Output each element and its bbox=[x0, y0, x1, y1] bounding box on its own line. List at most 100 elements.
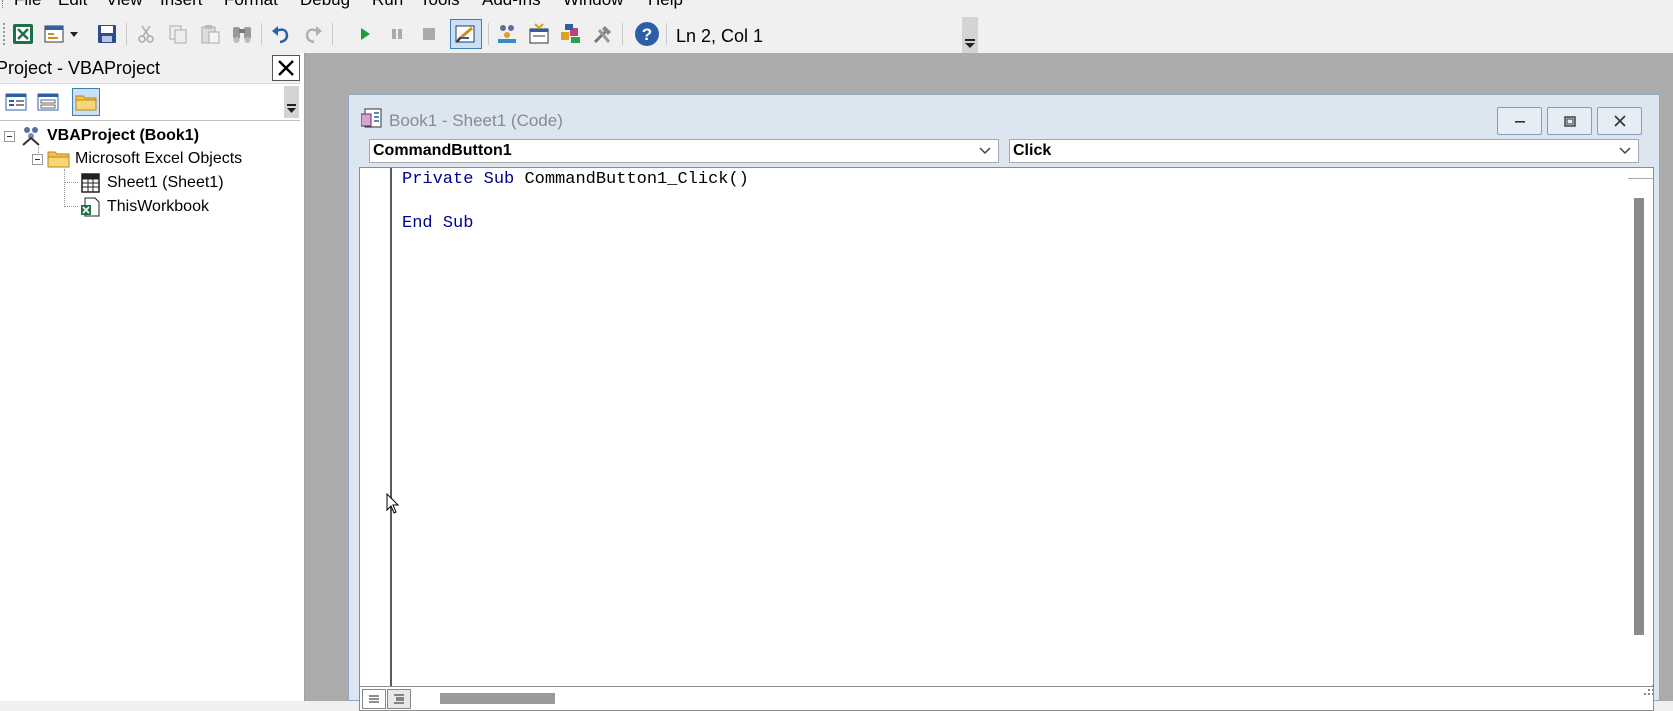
collapse-icon[interactable] bbox=[4, 130, 15, 142]
toolbar-separator bbox=[488, 23, 489, 45]
menu-bar: File Edit View Insert Format Debug Run T… bbox=[0, 0, 1673, 10]
procedure-combo-value: Click bbox=[1013, 142, 1052, 159]
object-combo-value: CommandButton1 bbox=[373, 142, 512, 159]
horizontal-scroll-thumb[interactable] bbox=[440, 693, 555, 704]
code-window-icon bbox=[360, 108, 385, 135]
vertical-scroll-thumb[interactable] bbox=[1634, 198, 1644, 635]
tree-node-sheet1[interactable]: Sheet1 (Sheet1) bbox=[80, 172, 224, 194]
minimize-icon[interactable] bbox=[1497, 107, 1542, 135]
project-tree: VBAProject (Book1) Microsoft Excel Objec… bbox=[0, 123, 300, 683]
find-icon[interactable] bbox=[229, 21, 255, 47]
tree-node-excel-objects[interactable]: Microsoft Excel Objects bbox=[32, 149, 242, 169]
run-icon[interactable] bbox=[352, 21, 378, 47]
standard-toolbar: ? Ln 2, Col 1 bbox=[0, 17, 1673, 53]
view-object-icon[interactable] bbox=[34, 88, 62, 116]
full-module-view-icon[interactable] bbox=[387, 689, 411, 709]
save-icon[interactable] bbox=[94, 21, 120, 47]
scrollbar-top[interactable] bbox=[1628, 168, 1653, 179]
code-identifier: CommandButton1_Click() bbox=[524, 170, 749, 189]
cut-icon[interactable] bbox=[133, 21, 159, 47]
design-mode-icon[interactable] bbox=[450, 19, 482, 49]
code-line-1[interactable]: Private Sub CommandButton1_Click() bbox=[402, 170, 749, 189]
chevron-down-icon[interactable] bbox=[1618, 146, 1632, 156]
view-code-icon[interactable] bbox=[2, 88, 30, 116]
menu-window[interactable]: Window bbox=[563, 0, 623, 10]
toolbox-icon[interactable] bbox=[590, 21, 616, 47]
code-window-titlebar[interactable]: Book1 - Sheet1 (Code) bbox=[349, 95, 1659, 137]
tree-label-thisworkbook: ThisWorkbook bbox=[107, 198, 209, 215]
toolbar-separator bbox=[332, 23, 333, 45]
cursor-position-status: Ln 2, Col 1 bbox=[676, 26, 764, 46]
workbook-icon bbox=[81, 197, 100, 217]
toolbar-overflow-button[interactable] bbox=[284, 86, 299, 118]
break-icon[interactable] bbox=[384, 21, 410, 47]
toolbar-separator bbox=[261, 23, 262, 45]
redo-icon[interactable] bbox=[300, 21, 326, 47]
toolbar-grip[interactable] bbox=[3, 23, 7, 45]
properties-window-icon[interactable] bbox=[526, 21, 552, 47]
menu-add-ins[interactable]: Add-Ins bbox=[482, 0, 541, 10]
project-explorer-titlebar[interactable]: Project - VBAProject bbox=[0, 53, 300, 84]
menu-debug[interactable]: Debug bbox=[300, 0, 350, 10]
code-line-2[interactable]: End Sub bbox=[402, 214, 473, 233]
code-window: Book1 - Sheet1 (Code) CommandButton1 Cli… bbox=[348, 94, 1660, 711]
margin-indicator-bar[interactable] bbox=[360, 168, 392, 686]
code-keyword: Private bbox=[402, 170, 474, 189]
menu-edit[interactable]: Edit bbox=[58, 0, 87, 10]
code-window-combos: CommandButton1 Click bbox=[349, 139, 1659, 165]
copy-icon[interactable] bbox=[165, 21, 191, 47]
object-combo[interactable]: CommandButton1 bbox=[369, 139, 999, 163]
menu-grip bbox=[2, 0, 6, 8]
insert-userform-icon[interactable] bbox=[42, 21, 82, 47]
chevron-down-icon[interactable] bbox=[978, 146, 992, 156]
procedure-combo[interactable]: Click bbox=[1009, 139, 1639, 163]
code-keyword: Sub bbox=[483, 170, 515, 189]
menu-run[interactable]: Run bbox=[372, 0, 403, 10]
tree-node-vbaproject[interactable]: VBAProject (Book1) bbox=[4, 125, 199, 147]
vertical-scrollbar[interactable] bbox=[1628, 168, 1653, 686]
menu-file[interactable]: File bbox=[14, 0, 41, 10]
menu-insert[interactable]: Insert bbox=[160, 0, 203, 10]
worksheet-icon bbox=[81, 173, 100, 193]
undo-icon[interactable] bbox=[268, 21, 294, 47]
tree-connector bbox=[64, 169, 65, 207]
project-explorer-toolbar bbox=[0, 84, 300, 121]
close-icon[interactable] bbox=[1597, 107, 1642, 135]
project-explorer-panel: Project - VBAProject VBAProject (Book1) bbox=[0, 53, 305, 701]
resize-grip-icon[interactable] bbox=[1643, 684, 1655, 696]
project-explorer-icon[interactable] bbox=[494, 21, 520, 47]
tree-connector bbox=[64, 206, 78, 207]
tree-node-thisworkbook[interactable]: ThisWorkbook bbox=[80, 196, 209, 218]
toolbar-separator bbox=[622, 23, 623, 45]
menu-tools[interactable]: Tools bbox=[420, 0, 460, 10]
folder-icon bbox=[47, 151, 70, 168]
tree-label-excel-objects: Microsoft Excel Objects bbox=[75, 150, 243, 167]
close-icon[interactable] bbox=[272, 55, 300, 81]
menu-view[interactable]: View bbox=[106, 0, 143, 10]
toolbar-separator bbox=[666, 23, 667, 45]
toggle-folders-icon[interactable] bbox=[72, 88, 100, 116]
tree-label-vbaproject: VBAProject (Book1) bbox=[47, 127, 200, 144]
toolbar-overflow-button[interactable] bbox=[962, 17, 978, 53]
tree-label-sheet1: Sheet1 (Sheet1) bbox=[107, 174, 224, 191]
object-browser-icon[interactable] bbox=[558, 21, 584, 47]
toolbar-separator bbox=[126, 23, 127, 45]
project-explorer-title: Project - VBAProject bbox=[0, 58, 161, 78]
procedure-view-icon[interactable] bbox=[362, 689, 386, 709]
menu-format[interactable]: Format bbox=[224, 0, 278, 10]
code-editor[interactable]: Private Sub CommandButton1_Click() End S… bbox=[359, 167, 1654, 687]
menu-help[interactable]: Help bbox=[648, 0, 683, 10]
paste-icon[interactable] bbox=[197, 21, 223, 47]
collapse-icon[interactable] bbox=[32, 153, 43, 165]
vbaproject-icon bbox=[22, 127, 40, 146]
svg-text:?: ? bbox=[642, 25, 652, 44]
reset-icon[interactable] bbox=[416, 21, 442, 47]
mouse-cursor-icon bbox=[386, 493, 400, 514]
help-icon[interactable]: ? bbox=[634, 21, 660, 47]
code-keyword: End bbox=[402, 214, 433, 233]
code-window-title: Book1 - Sheet1 (Code) bbox=[389, 111, 563, 130]
restore-icon[interactable] bbox=[1547, 107, 1592, 135]
code-window-bottom-bar bbox=[359, 687, 1654, 711]
view-excel-icon[interactable] bbox=[10, 21, 36, 47]
code-keyword: Sub bbox=[442, 214, 474, 233]
